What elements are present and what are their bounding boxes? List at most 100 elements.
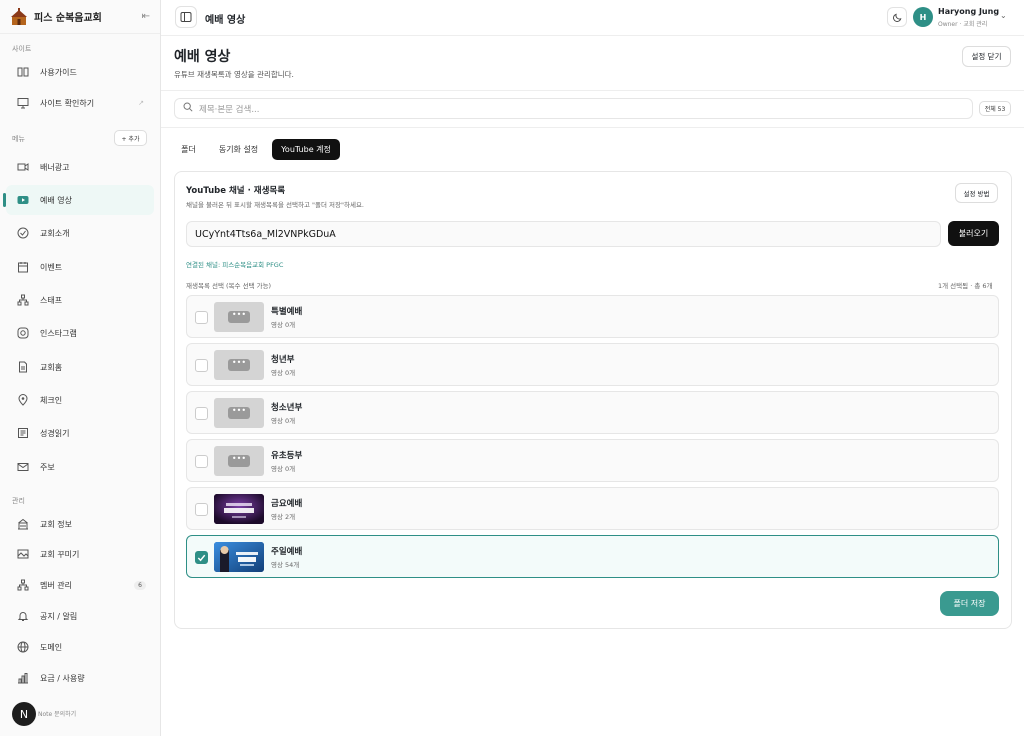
sidebar-item-church-home[interactable]: 교회홈 xyxy=(6,352,154,382)
playlist-checkbox[interactable] xyxy=(195,455,208,468)
section-label-menu: 메뉴 xyxy=(12,135,25,143)
linked-channel-text: 연결된 채널: 피스순복음교회 PFGC xyxy=(186,261,284,269)
help-label: Note 문의하기 xyxy=(38,711,77,718)
member-count-badge: 6 xyxy=(134,580,146,590)
sidebar-item-checkin[interactable]: 체크인 xyxy=(6,385,154,415)
playlist-thumbnail: ••• xyxy=(214,446,264,476)
playlist-checkbox-checked[interactable] xyxy=(195,551,208,564)
playlist-thumbnail: ••• xyxy=(214,398,264,428)
search-placeholder: 제목·본문 검색... xyxy=(199,104,260,115)
total-count-badge: 전체 53 xyxy=(979,101,1011,116)
bible-icon xyxy=(16,426,30,440)
sidebar-item-bulletin[interactable]: 주보 xyxy=(6,452,154,482)
sidebar-item-members[interactable]: 멤버 관리 6 xyxy=(6,570,154,600)
sidebar-item-label: 도메인 xyxy=(40,642,63,652)
playlist-checkbox[interactable] xyxy=(195,359,208,372)
sidebar-item-label: 성경읽기 xyxy=(40,428,70,438)
monitor-icon xyxy=(16,96,30,110)
save-folder-button[interactable]: 폴더 저장 xyxy=(940,591,999,616)
brand-name: 피스 순복음교회 xyxy=(34,13,102,24)
check-circle-icon xyxy=(16,226,30,240)
sunday-worship-thumbnail xyxy=(214,542,264,572)
mail-icon xyxy=(16,460,30,474)
sidebar-item-worship-video[interactable]: 예배 영상 xyxy=(3,185,154,215)
playlist-checkbox[interactable] xyxy=(195,407,208,420)
friday-worship-thumbnail xyxy=(214,494,264,524)
playlist-checkbox[interactable] xyxy=(195,503,208,516)
bar-chart-icon xyxy=(16,671,30,685)
playlist-video-count: 영상 2개 xyxy=(271,513,296,521)
card-title: YouTube 채널 · 재생목록 xyxy=(186,186,286,196)
playlist-name: 금요예배 xyxy=(271,499,303,509)
map-pin-icon xyxy=(16,393,30,407)
checkmark-icon xyxy=(197,554,206,562)
moon-icon xyxy=(892,13,901,22)
sidebar-item-guide[interactable]: 사용가이드 xyxy=(6,57,154,87)
header-title: 예배 영상 xyxy=(205,15,246,26)
sidebar-item-bible-reading[interactable]: 성경읽기 xyxy=(6,418,154,448)
section-label-site: 사이트 xyxy=(12,45,32,53)
playlist-row[interactable]: ••• 청소년부 영상 0개 xyxy=(186,391,999,434)
tab-youtube-account[interactable]: YouTube 계정 xyxy=(272,139,340,160)
help-button[interactable]: N xyxy=(12,702,36,726)
sidebar-item-decorate[interactable]: 교회 꾸미기 xyxy=(6,539,154,569)
playlist-select-label: 재생목록 선택 (복수 선택 가능) xyxy=(186,282,272,290)
sidebar-item-banner[interactable]: 배너광고 xyxy=(6,152,154,182)
globe-icon xyxy=(16,640,30,654)
playlist-row[interactable]: ••• 청년부 영상 0개 xyxy=(186,343,999,386)
sidebar-item-church-info[interactable]: 교회 정보 xyxy=(6,509,154,539)
brand-header: 피스 순복음교회 ⇤ xyxy=(0,0,160,34)
playlist-checkbox[interactable] xyxy=(195,311,208,324)
howto-button[interactable]: 설정 방법 xyxy=(955,183,998,203)
building-icon xyxy=(16,517,30,531)
sidebar-item-notices[interactable]: 공지 / 알림 xyxy=(6,601,154,631)
playlist-row[interactable]: 금요예배 영상 2개 xyxy=(186,487,999,530)
sidebar-item-label: 공지 / 알림 xyxy=(40,611,78,621)
tab-sync-settings[interactable]: 동기화 설정 xyxy=(211,139,266,160)
sidebar-item-events[interactable]: 이벤트 xyxy=(6,252,154,282)
search-input[interactable]: 제목·본문 검색... xyxy=(174,98,973,119)
sidebar-item-label: 교회 정보 xyxy=(40,519,72,529)
sidebar-item-instagram[interactable]: 인스타그램 xyxy=(6,318,154,348)
playlist-row-selected[interactable]: 주일예배 영상 54개 xyxy=(186,535,999,578)
channel-id-input[interactable]: UCyYnt4Tts6a_Ml2VNPkGDuA xyxy=(186,221,941,247)
org-chart-icon xyxy=(16,293,30,307)
chevron-down-icon[interactable]: ⌄ xyxy=(1000,11,1007,20)
page-subtitle: 유튜브 재생목록과 영상을 관리합니다. xyxy=(174,70,294,79)
playlist-video-count: 영상 0개 xyxy=(271,465,296,473)
add-menu-button[interactable]: + 추가 xyxy=(114,130,147,146)
sidebar-item-about[interactable]: 교회소개 xyxy=(6,218,154,248)
calendar-icon xyxy=(16,260,30,274)
close-settings-button[interactable]: 설정 닫기 xyxy=(962,46,1011,67)
avatar[interactable]: H xyxy=(913,7,933,27)
instagram-icon xyxy=(16,326,30,340)
load-channel-button[interactable]: 불러오기 xyxy=(948,221,999,246)
theme-toggle-button[interactable] xyxy=(887,7,907,27)
playlist-thumbnail: ••• xyxy=(214,350,264,380)
sidebar-item-label: 교회홈 xyxy=(40,362,63,372)
playlist-row[interactable]: ••• 특별예배 영상 0개 xyxy=(186,295,999,338)
image-icon xyxy=(16,547,30,561)
sidebar-item-label: 멤버 관리 xyxy=(40,580,72,590)
playlist-video-count: 영상 0개 xyxy=(271,369,296,377)
collapse-sidebar-icon[interactable]: ⇤ xyxy=(142,11,150,22)
sidebar-item-domain[interactable]: 도메인 xyxy=(6,632,154,662)
sidebar-item-staff[interactable]: 스태프 xyxy=(6,285,154,315)
playlist-name: 특별예배 xyxy=(271,307,303,317)
playlist-row[interactable]: ••• 유초등부 영상 0개 xyxy=(186,439,999,482)
playlist-name: 청년부 xyxy=(271,355,295,365)
sidebar-item-view-site[interactable]: 사이트 확인하기 ↗ xyxy=(6,88,154,118)
users-icon xyxy=(16,578,30,592)
bell-icon xyxy=(16,609,30,623)
sidebar: 피스 순복음교회 ⇤ 사이트 사용가이드 사이트 확인하기 ↗ 메뉴 + 추가 … xyxy=(0,0,161,736)
divider xyxy=(161,90,1024,91)
document-icon xyxy=(16,360,30,374)
tab-folders[interactable]: 폴더 xyxy=(174,139,203,160)
user-name[interactable]: Haryong Jung xyxy=(938,7,999,16)
sidebar-item-billing[interactable]: 요금 / 사용량 xyxy=(6,663,154,693)
playlist-thumbnail: ••• xyxy=(214,302,264,332)
page-title: 예배 영상 xyxy=(174,49,231,65)
sidebar-toggle-button[interactable] xyxy=(175,6,197,28)
playlist-name: 유초등부 xyxy=(271,451,303,461)
more-dots-icon: ••• xyxy=(228,359,250,371)
